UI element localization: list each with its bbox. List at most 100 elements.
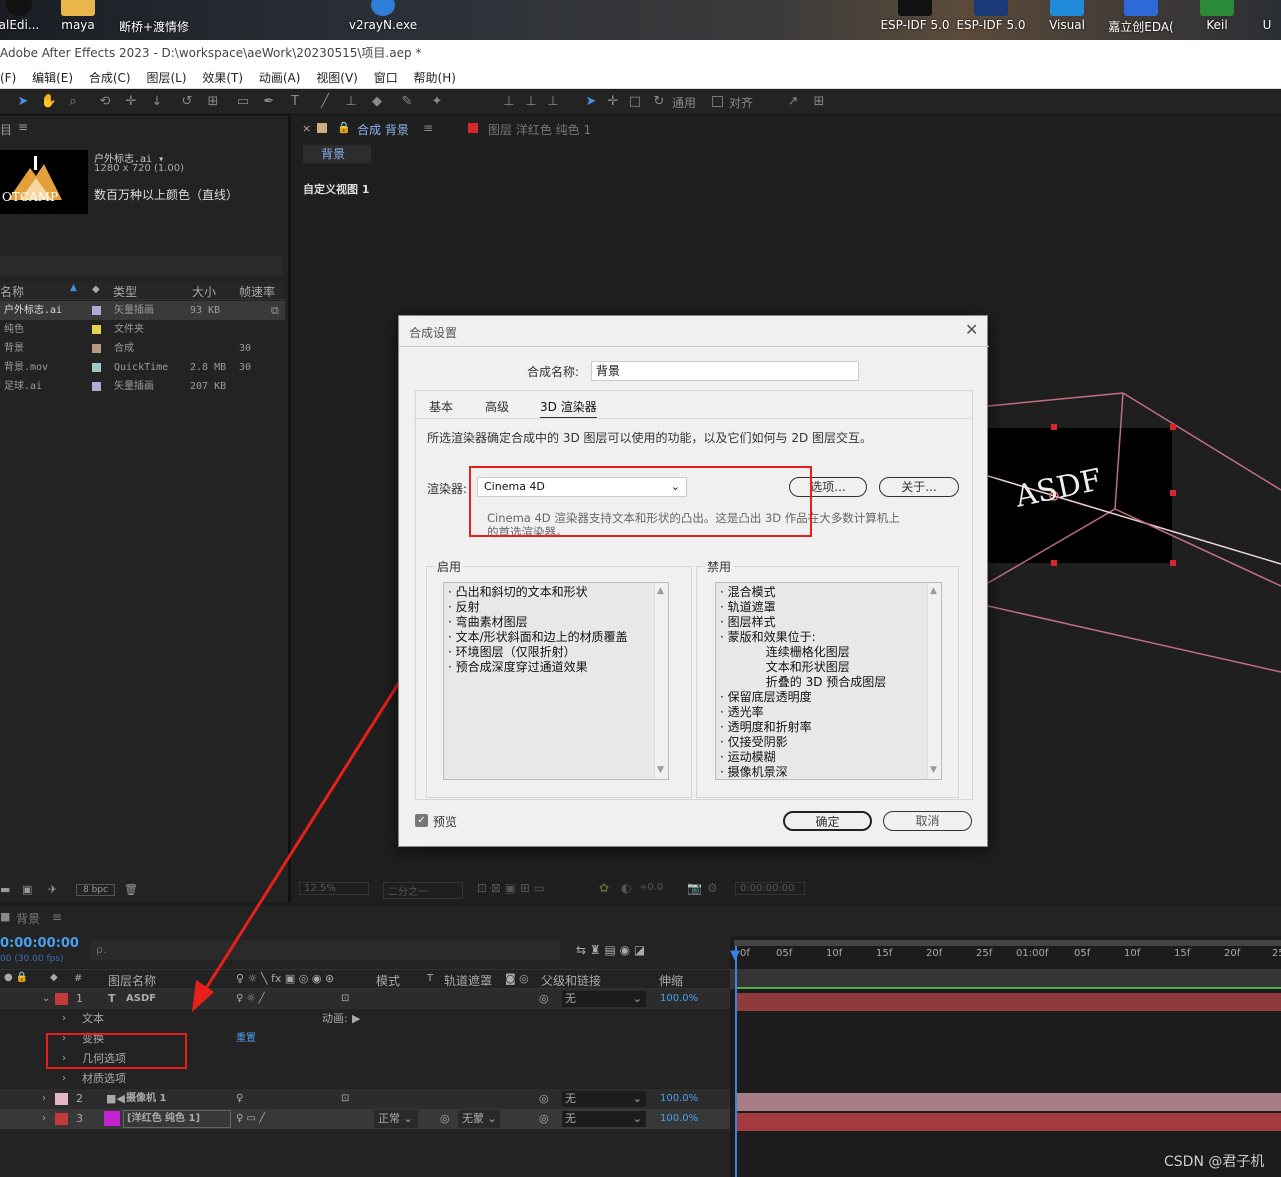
menu-animation[interactable]: 动画(A) [259, 71, 301, 85]
menu-composition[interactable]: 合成(C) [89, 71, 131, 85]
col-type[interactable]: 类型 [113, 283, 137, 300]
desktop-icon[interactable]: 嘉立创EDA( [1104, 0, 1178, 40]
panel-menu-icon[interactable]: ≡ [52, 910, 62, 924]
scroll-up-icon[interactable]: ▲ [930, 584, 937, 599]
label-swatch[interactable] [92, 344, 101, 353]
reset-link[interactable]: 重置 [236, 1029, 256, 1049]
expand-arrow-icon[interactable]: › [42, 1089, 46, 1109]
tab-advanced[interactable]: 高级 [485, 398, 509, 415]
playhead-handle-icon[interactable]: ▼ [730, 948, 740, 963]
parent-dropdown[interactable]: 无 ⌄ [562, 1111, 646, 1127]
close-tab-icon[interactable]: × [302, 122, 311, 135]
col-stretch[interactable]: 伸缩 [659, 972, 683, 989]
layer-bar-2[interactable] [736, 1093, 1281, 1111]
brush-tool-icon[interactable]: ╱ [316, 93, 334, 111]
layer-name[interactable]: ASDF [126, 989, 156, 1009]
roto-brush-icon[interactable]: ✎ [398, 93, 416, 111]
list-item[interactable]: 户外标志.ai 矢量插画 93 KB ⧉ [0, 301, 285, 320]
menu-file[interactable]: (F) [0, 71, 16, 85]
3d-layer-icon[interactable]: ⊡ [341, 1089, 349, 1109]
axis-world-icon[interactable]: ⊥ [522, 93, 540, 111]
desktop-icon[interactable]: Keil [1194, 0, 1240, 40]
parent-dropdown[interactable]: 无 ⌄ [562, 991, 646, 1007]
menu-window[interactable]: 窗口 [374, 71, 398, 85]
scrollbar[interactable]: ▲ ▼ [654, 583, 668, 779]
bpc-button[interactable]: 8 bpc [76, 884, 115, 896]
menu-layer[interactable]: 图层(L) [146, 71, 186, 85]
stretch-value[interactable]: 100.0% [660, 989, 698, 1009]
layer-name[interactable]: [洋红色 纯色 1] [123, 1110, 231, 1128]
timeline-graph-area[interactable]: 0f 05f 10f 15f 20f 25f 01:00f 05f 10f 15… [730, 936, 1281, 1177]
menu-edit[interactable]: 编辑(E) [32, 71, 73, 85]
share-icon[interactable]: ⚙ [707, 881, 718, 895]
camera-icon[interactable]: 📷 [687, 881, 702, 895]
hand-tool-icon[interactable]: ✋ [40, 93, 58, 111]
enabled-features-list[interactable]: · 凸出和斜切的文本和形状 · 反射 · 弯曲素材图层 · 文本/形状斜面和边上… [443, 582, 669, 780]
tab-3d-renderer[interactable]: 3D 渲染器 [540, 398, 597, 419]
exposure-icon[interactable]: ◐ [621, 881, 631, 895]
list-item[interactable]: 背景.mov QuickTime 2.8 MB 30 [0, 358, 285, 377]
parent-dropdown[interactable]: 无 ⌄ [562, 1091, 646, 1107]
desktop-icon[interactable]: ESP-IDF 5.0 [954, 0, 1028, 40]
expand-icon[interactable]: ↗ [784, 93, 802, 111]
col-layer-name[interactable]: 图层名称 [108, 972, 156, 989]
ok-button[interactable]: 确定 [783, 811, 872, 831]
comp-name-input[interactable]: 背景 [591, 361, 859, 381]
type-tool-icon[interactable]: T [286, 93, 304, 111]
cancel-button[interactable]: 取消 [883, 811, 972, 831]
desktop-icon[interactable]: alEdi... [0, 0, 44, 40]
playhead[interactable] [735, 946, 737, 1177]
table-row[interactable]: › 3 [洋红色 纯色 1] ♀ ▭ ╱ 正常 ⌄ ◎ 无蒙 ⌄ ◎ 无 ⌄ 10… [0, 1109, 730, 1129]
col-parent[interactable]: 父级和链接 [541, 972, 601, 989]
panel-menu-icon[interactable]: ≡ [423, 121, 433, 135]
clone-stamp-icon[interactable]: ⊥ [342, 93, 360, 111]
flowchart-icon[interactable]: ⧉ [271, 301, 279, 320]
viewer-timecode[interactable]: 0:00:00:00 [735, 882, 805, 895]
switch-icons[interactable]: ♀ ▭ ╱ [236, 1109, 265, 1129]
close-icon[interactable]: ✕ [965, 320, 978, 339]
menu-help[interactable]: 帮助(H) [414, 71, 456, 85]
trash-icon[interactable]: 🗑 [124, 883, 138, 896]
close-tab-icon[interactable]: ■ [0, 910, 10, 923]
table-row[interactable]: › 2 ■◀ 摄像机 1 ♀ ⊡ ◎ 无 ⌄ 100.0% [0, 1089, 730, 1109]
desktop-icon[interactable]: Visual [1040, 0, 1094, 40]
pan-tool-icon[interactable]: ✛ [122, 93, 140, 111]
comp-breadcrumb[interactable]: 背景 [303, 145, 371, 163]
list-item[interactable]: 纯色 文件夹 [0, 320, 285, 339]
scroll-down-icon[interactable]: ▼ [657, 763, 664, 778]
snap-square-icon[interactable]: □ [626, 93, 644, 111]
exposure-value[interactable]: +0.0 [639, 882, 663, 893]
label-icon[interactable]: ◆ [50, 972, 58, 983]
dolly-tool-icon[interactable]: ↓ [148, 93, 166, 111]
av-switches-icon[interactable]: ● 🔒 [4, 972, 28, 983]
expand-arrow-icon[interactable]: › [62, 1069, 66, 1089]
orbit-tool-icon[interactable]: ⟲ [96, 93, 114, 111]
layer-property-material[interactable]: › 材质选项 [0, 1069, 730, 1089]
time-ruler[interactable]: 0f 05f 10f 15f 20f 25f 01:00f 05f 10f 15… [730, 948, 1281, 966]
tab-comp-background[interactable]: 合成 背景 [357, 121, 409, 138]
layer-bar-3[interactable] [736, 1113, 1281, 1131]
layer-name[interactable]: 摄像机 1 [126, 1089, 166, 1109]
expand-arrow-icon[interactable]: › [42, 1109, 46, 1129]
axis-local-icon[interactable]: ⊥ [500, 93, 518, 111]
color-icon[interactable]: ✿ [599, 881, 609, 895]
snap-select-icon[interactable]: ➤ [582, 93, 600, 111]
label-swatch[interactable] [92, 382, 101, 391]
stretch-value[interactable]: 100.0% [660, 1089, 698, 1109]
switch-icons[interactable]: ♀ [236, 1089, 243, 1109]
list-item[interactable]: 足球.ai 矢量插画 207 KB [0, 377, 285, 396]
pickwhip-icon[interactable]: ◎ [539, 1089, 549, 1109]
selection-tool-icon[interactable]: ➤ [14, 93, 32, 111]
zoom-tool-icon[interactable]: ⌕ [64, 93, 82, 111]
disabled-features-list[interactable]: · 混合模式 · 轨道遮罩 · 图层样式 · 蒙版和效果位于: 连续栅格化图层 … [715, 582, 942, 780]
rotate-tool-icon[interactable]: ↺ [178, 93, 196, 111]
pen-tool-icon[interactable]: ✒ [260, 93, 278, 111]
project-tab[interactable]: 目 [0, 121, 12, 138]
scrollbar[interactable]: ▲ ▼ [927, 583, 941, 779]
rectangle-tool-icon[interactable]: ▭ [234, 93, 252, 111]
layer-bar-1[interactable] [736, 993, 1281, 1011]
col-name[interactable]: 名称 [0, 283, 24, 300]
snapshot-icon[interactable]: ⊡ ⊠ ▣ ⊞ ▭ [477, 881, 545, 895]
desktop-icon[interactable]: U [1252, 0, 1281, 40]
menu-effect[interactable]: 效果(T) [202, 71, 243, 85]
